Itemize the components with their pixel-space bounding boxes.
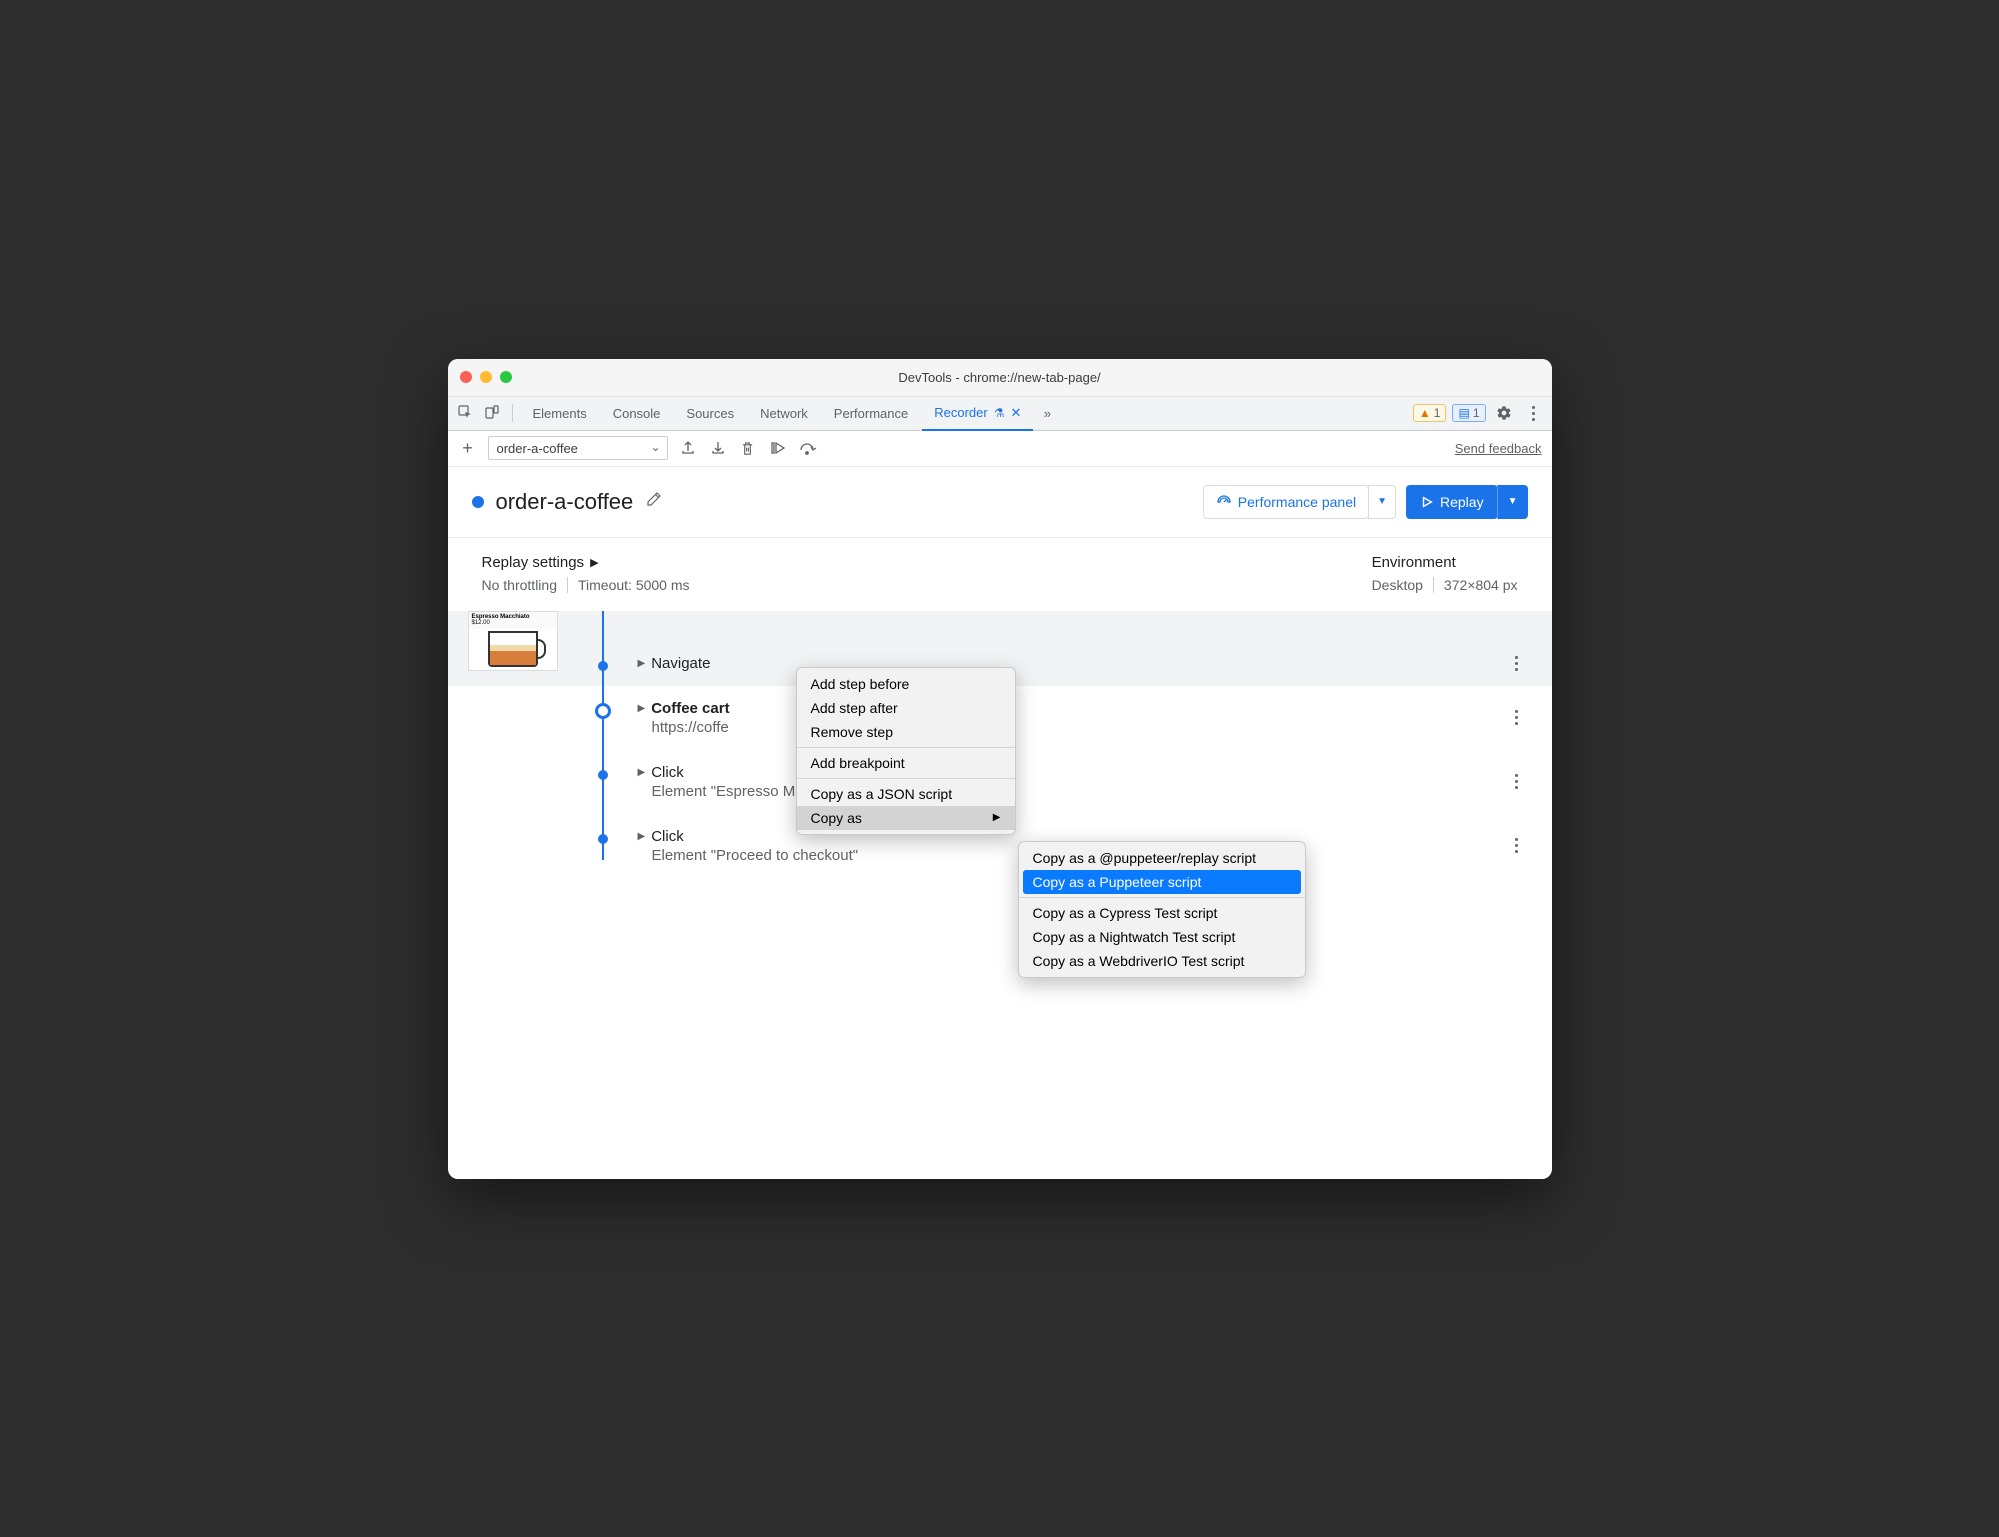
warnings-count: 1 — [1434, 406, 1441, 420]
step-menu-button[interactable] — [1502, 611, 1532, 672]
step-subtitle: https://coffe — [652, 719, 1502, 736]
performance-panel-label: Performance panel — [1238, 494, 1356, 510]
close-tab-icon[interactable]: ✕ — [1010, 405, 1021, 421]
menu-remove-step[interactable]: Remove step — [797, 720, 1015, 744]
experiment-icon: ⚗ — [994, 406, 1005, 420]
tab-network[interactable]: Network — [748, 396, 820, 430]
step-thumbnail: Espresso Macchiato $12.00 — [468, 611, 558, 671]
menu-add-step-before[interactable]: Add step before — [797, 672, 1015, 696]
delete-icon[interactable] — [738, 438, 758, 458]
expand-icon[interactable]: ▶ — [638, 658, 646, 669]
menu-copy-puppeteer-replay[interactable]: Copy as a @puppeteer/replay script — [1019, 846, 1305, 870]
tab-sources[interactable]: Sources — [674, 396, 746, 430]
messages-badge[interactable]: ▤ 1 — [1452, 404, 1485, 422]
settings-row: Replay settings ▶ No throttling Timeout:… — [448, 538, 1552, 611]
settings-icon[interactable] — [1492, 401, 1516, 425]
tabs-right: ▲ 1 ▤ 1 — [1413, 401, 1546, 425]
expand-icon[interactable]: ▶ — [638, 831, 646, 842]
new-recording-button[interactable]: + — [458, 438, 478, 458]
menu-add-breakpoint[interactable]: Add breakpoint — [797, 751, 1015, 775]
menu-separator — [797, 778, 1015, 779]
warnings-badge[interactable]: ▲ 1 — [1413, 404, 1447, 422]
step-menu-button[interactable] — [1502, 828, 1532, 864]
replay-button[interactable]: Replay — [1406, 485, 1498, 519]
replay-button-label: Replay — [1440, 494, 1484, 510]
recording-select[interactable]: order-a-coffee — [488, 436, 668, 460]
import-icon[interactable] — [708, 438, 728, 458]
copy-as-submenu: Copy as a @puppeteer/replay script Copy … — [1018, 841, 1306, 978]
chevron-right-icon: ▶ — [590, 556, 598, 569]
performance-panel-button[interactable]: Performance panel — [1203, 485, 1369, 519]
menu-copy-nightwatch[interactable]: Copy as a Nightwatch Test script — [1019, 925, 1305, 949]
step-title-text: Click — [651, 764, 684, 781]
inspect-element-icon[interactable] — [454, 401, 478, 425]
timeout-value: Timeout: 5000 ms — [578, 577, 690, 593]
warning-icon: ▲ — [1419, 406, 1431, 420]
environment-settings: Environment Desktop 372×804 px — [1372, 554, 1518, 593]
replay-settings: Replay settings ▶ No throttling Timeout:… — [482, 554, 690, 593]
step-over-icon[interactable] — [798, 438, 818, 458]
menu-copy-as[interactable]: Copy as ▶ — [797, 806, 1015, 830]
recording-status-dot — [472, 496, 484, 508]
export-icon[interactable] — [678, 438, 698, 458]
environment-label: Environment — [1372, 554, 1518, 571]
tab-recorder-label: Recorder — [934, 405, 987, 420]
continue-icon[interactable] — [768, 438, 788, 458]
step-menu-button[interactable] — [1502, 700, 1532, 736]
expand-icon[interactable]: ▶ — [638, 703, 646, 714]
separator — [567, 577, 568, 593]
devtools-window: DevTools - chrome://new-tab-page/ Elemen… — [448, 359, 1552, 1179]
menu-copy-as-label: Copy as — [811, 810, 862, 826]
tab-elements[interactable]: Elements — [521, 396, 599, 430]
titlebar: DevTools - chrome://new-tab-page/ — [448, 359, 1552, 397]
tab-performance[interactable]: Performance — [822, 396, 920, 430]
menu-copy-cypress[interactable]: Copy as a Cypress Test script — [1019, 901, 1305, 925]
menu-separator — [797, 747, 1015, 748]
chevron-down-icon: ▼ — [1377, 496, 1387, 507]
thumb-name: Espresso Macchiato — [472, 614, 554, 621]
recorder-toolbar: + order-a-coffee Send feedback — [448, 431, 1552, 467]
step-title-text: Coffee cart — [651, 700, 729, 717]
more-tabs-icon[interactable]: » — [1035, 401, 1059, 425]
kebab-menu-icon[interactable] — [1522, 401, 1546, 425]
replay-settings-label: Replay settings — [482, 554, 585, 571]
step-title-text: Navigate — [651, 655, 710, 672]
devtools-tabs: Elements Console Sources Network Perform… — [448, 397, 1552, 431]
message-icon: ▤ — [1458, 406, 1469, 420]
chevron-right-icon: ▶ — [993, 812, 1001, 823]
menu-copy-puppeteer[interactable]: Copy as a Puppeteer script — [1023, 870, 1301, 894]
menu-add-step-after[interactable]: Add step after — [797, 696, 1015, 720]
performance-panel-dropdown[interactable]: ▼ — [1368, 485, 1396, 519]
edit-title-icon[interactable] — [645, 490, 663, 513]
menu-copy-json[interactable]: Copy as a JSON script — [797, 782, 1015, 806]
step-context-menu: Add step before Add step after Remove st… — [796, 667, 1016, 835]
step-title-text: Click — [651, 828, 684, 845]
device-toolbar-icon[interactable] — [480, 401, 504, 425]
replay-dropdown[interactable]: ▼ — [1497, 485, 1528, 519]
header-actions: Performance panel ▼ Replay ▼ — [1203, 485, 1528, 519]
tab-recorder[interactable]: Recorder ⚗ ✕ — [922, 397, 1033, 431]
replay-settings-toggle[interactable]: Replay settings ▶ — [482, 554, 690, 571]
separator — [512, 404, 513, 422]
separator — [1433, 577, 1434, 593]
tab-console[interactable]: Console — [601, 396, 673, 430]
window-title: DevTools - chrome://new-tab-page/ — [448, 370, 1552, 385]
chevron-down-icon: ▼ — [1508, 496, 1518, 507]
messages-count: 1 — [1473, 406, 1480, 420]
expand-icon[interactable]: ▶ — [638, 767, 646, 778]
menu-separator — [1019, 897, 1305, 898]
send-feedback-link[interactable]: Send feedback — [1455, 441, 1542, 456]
recording-header: order-a-coffee Performance panel ▼ Repla… — [448, 467, 1552, 538]
recording-select-value: order-a-coffee — [497, 441, 578, 456]
step-menu-button[interactable] — [1502, 764, 1532, 800]
steps-timeline: Espresso Macchiato $12.00 ▶ Navigate — [448, 611, 1552, 1179]
recording-title: order-a-coffee — [496, 489, 634, 515]
menu-copy-webdriverio[interactable]: Copy as a WebdriverIO Test script — [1019, 949, 1305, 973]
thumb-price: $12.00 — [472, 620, 554, 627]
device-value: Desktop — [1372, 577, 1423, 593]
step-subtitle: Element "Espresso Macchiato" — [652, 783, 1502, 800]
throttling-value: No throttling — [482, 577, 557, 593]
dimensions-value: 372×804 px — [1444, 577, 1518, 593]
